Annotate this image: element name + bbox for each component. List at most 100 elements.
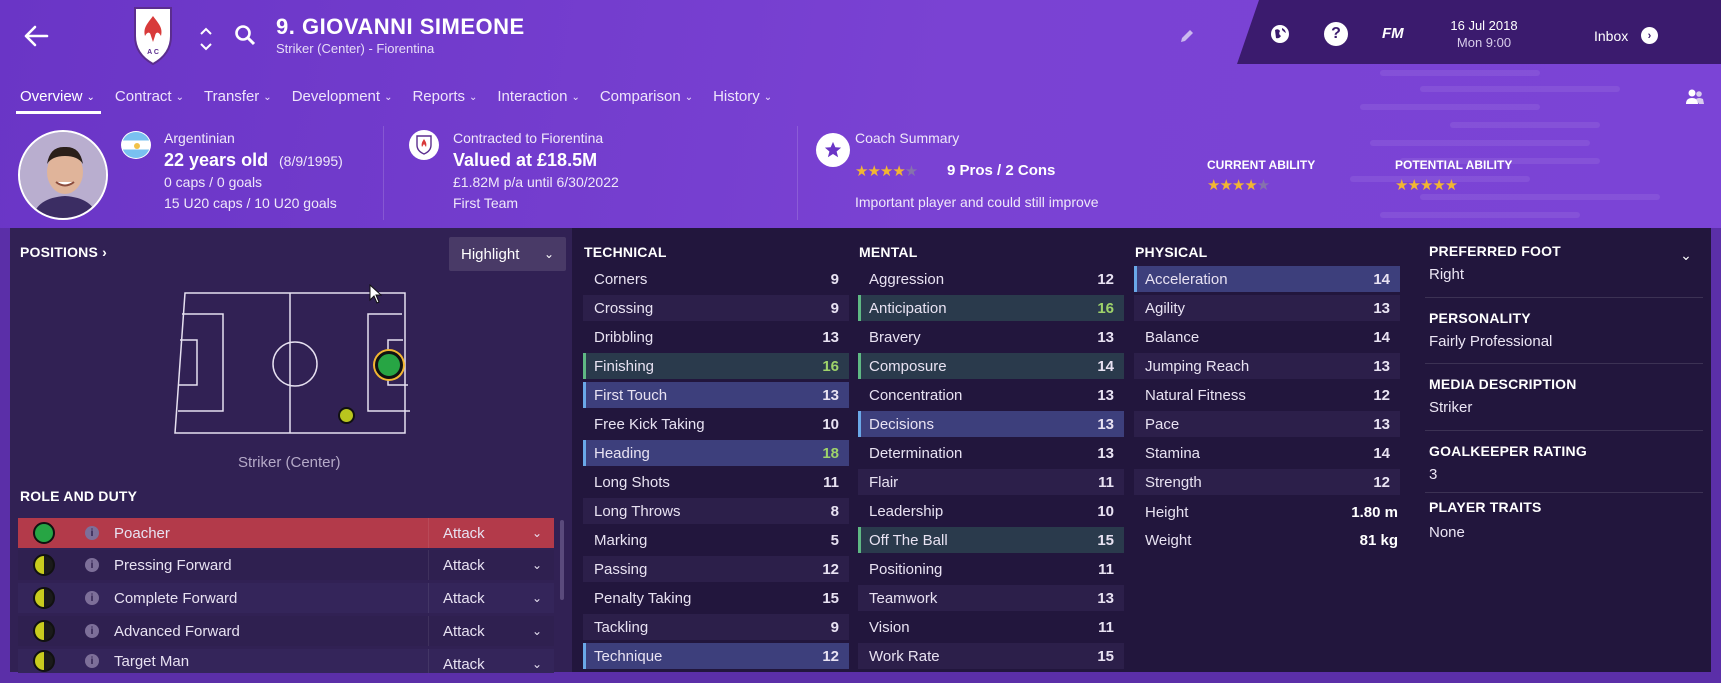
attribute-row[interactable]: Long Throws 8: [583, 498, 849, 524]
tab-comparison[interactable]: Comparison ⌄: [590, 84, 703, 114]
primary-position-marker[interactable]: [375, 351, 403, 379]
attribute-row[interactable]: Vision 11: [858, 614, 1124, 640]
attribute-row[interactable]: Dribbling 13: [583, 324, 849, 350]
fm-button[interactable]: FM: [1382, 25, 1404, 42]
attribute-row[interactable]: Technique 12: [583, 643, 849, 669]
attribute-row[interactable]: Flair 11: [858, 469, 1124, 495]
attribute-row[interactable]: Composure 14: [858, 353, 1124, 379]
tab-transfer[interactable]: Transfer ⌄: [194, 84, 282, 114]
inbox-label[interactable]: Inbox: [1594, 28, 1628, 44]
height-value: 1.80 m: [1351, 504, 1398, 521]
player-age: 22 years old: [164, 150, 269, 170]
info-icon[interactable]: i: [85, 526, 99, 540]
divider: [1425, 297, 1703, 298]
attribute-row[interactable]: Acceleration 14: [1134, 266, 1400, 292]
attribute-row[interactable]: Balance 14: [1134, 324, 1400, 350]
info-icon[interactable]: i: [85, 591, 99, 605]
tab-interaction[interactable]: Interaction ⌄: [487, 84, 589, 114]
chevron-down-icon[interactable]: ⌄: [1678, 247, 1694, 263]
attribute-row[interactable]: Long Shots 11: [583, 469, 849, 495]
attribute-value: 11: [1098, 560, 1114, 578]
duty-label: Attack: [443, 655, 485, 673]
previous-next-chevrons-icon[interactable]: [198, 22, 214, 56]
role-row[interactable]: i Advanced Forward Attack ⌄: [18, 616, 554, 646]
tab-development[interactable]: Development ⌄: [282, 84, 403, 114]
role-row[interactable]: i Pressing Forward Attack ⌄: [18, 550, 554, 580]
info-icon[interactable]: i: [85, 558, 99, 572]
attribute-value: 12: [1373, 386, 1390, 404]
info-icon[interactable]: i: [85, 654, 99, 668]
attribute-row[interactable]: Determination 13: [858, 440, 1124, 466]
info-icon[interactable]: i: [85, 624, 99, 638]
attribute-row[interactable]: Teamwork 13: [858, 585, 1124, 611]
duty-dropdown[interactable]: Attack ⌄: [428, 649, 554, 673]
role-row-selected[interactable]: i Poacher Attack ⌄: [18, 518, 554, 548]
attribute-row[interactable]: Passing 12: [583, 556, 849, 582]
attribute-row[interactable]: Work Rate 15: [858, 643, 1124, 669]
duty-dropdown[interactable]: Attack ⌄: [428, 518, 554, 548]
attribute-row[interactable]: Jumping Reach 13: [1134, 353, 1400, 379]
inbox-arrow-icon[interactable]: ›: [1641, 27, 1658, 44]
attribute-row[interactable]: Agility 13: [1134, 295, 1400, 321]
attribute-value: 13: [1097, 328, 1114, 346]
back-arrow-icon[interactable]: [20, 20, 52, 52]
tab-history[interactable]: History ⌄: [703, 84, 782, 114]
duty-dropdown[interactable]: Attack ⌄: [428, 550, 554, 580]
attribute-row[interactable]: Anticipation 16: [858, 295, 1124, 321]
roles-scrollbar[interactable]: [560, 520, 564, 600]
attribute-row[interactable]: Stamina 14: [1134, 440, 1400, 466]
attribute-name: First Touch: [594, 386, 668, 404]
world-icon[interactable]: [1268, 22, 1292, 46]
people-icon[interactable]: [1684, 86, 1706, 108]
attribute-row[interactable]: Strength 12: [1134, 469, 1400, 495]
attribute-value: 8: [830, 502, 839, 520]
tab-reports[interactable]: Reports ⌄: [402, 84, 487, 114]
wage-until: £1.82M p/a until 6/30/2022: [453, 174, 619, 190]
role-row[interactable]: i Target Man Attack ⌄: [18, 649, 554, 673]
attribute-row[interactable]: Heading 18: [583, 440, 849, 466]
attribute-row[interactable]: Free Kick Taking 10: [583, 411, 849, 437]
attribute-row[interactable]: Tackling 9: [583, 614, 849, 640]
attribute-row[interactable]: Leadership 10: [858, 498, 1124, 524]
help-icon[interactable]: ?: [1324, 22, 1348, 46]
attribute-row[interactable]: Off The Ball 15: [858, 527, 1124, 553]
attribute-row[interactable]: Finishing 16: [583, 353, 849, 379]
club-crest-icon[interactable]: A C: [128, 5, 178, 67]
attribute-value: 13: [1373, 415, 1390, 433]
attribute-name: Long Throws: [594, 502, 681, 520]
attribute-row[interactable]: Pace 13: [1134, 411, 1400, 437]
attribute-value: 12: [1097, 270, 1114, 288]
role-duty-heading: ROLE AND DUTY: [20, 488, 138, 504]
potential-ability-label: POTENTIAL ABILITY: [1395, 158, 1513, 172]
attribute-row[interactable]: Crossing 9: [583, 295, 849, 321]
tab-contract[interactable]: Contract ⌄: [105, 84, 194, 114]
attribute-name: Dribbling: [594, 328, 654, 346]
duty-dropdown[interactable]: Attack ⌄: [428, 616, 554, 646]
attribute-value: 13: [822, 386, 839, 404]
highlight-dropdown[interactable]: Highlight ⌄: [449, 237, 566, 271]
attribute-row[interactable]: Aggression 12: [858, 266, 1124, 292]
tab-overview[interactable]: Overview ⌄: [10, 84, 105, 114]
attribute-value: 15: [1097, 647, 1114, 665]
search-icon[interactable]: [232, 22, 258, 48]
positions-heading[interactable]: POSITIONS ›: [20, 244, 107, 260]
highlight-dropdown-label: Highlight: [461, 245, 520, 263]
attribute-row[interactable]: Natural Fitness 12: [1134, 382, 1400, 408]
attribute-row[interactable]: Concentration 13: [858, 382, 1124, 408]
weight-label: Weight: [1145, 532, 1192, 549]
attribute-value: 9: [830, 618, 839, 636]
physical-heading: PHYSICAL: [1135, 244, 1208, 260]
duty-dropdown[interactable]: Attack ⌄: [428, 583, 554, 613]
attribute-row[interactable]: Bravery 13: [858, 324, 1124, 350]
attribute-row[interactable]: Penalty Taking 15: [583, 585, 849, 611]
attribute-row[interactable]: Corners 9: [583, 266, 849, 292]
attribute-row[interactable]: First Touch 13: [583, 382, 849, 408]
attribute-row[interactable]: Decisions 13: [858, 411, 1124, 437]
attribute-row[interactable]: Marking 5: [583, 527, 849, 553]
attribute-name: Determination: [869, 444, 963, 462]
edit-pencil-icon[interactable]: [1177, 26, 1197, 46]
attribute-row[interactable]: Positioning 11: [858, 556, 1124, 582]
secondary-position-marker[interactable]: [338, 407, 355, 424]
role-row[interactable]: i Complete Forward Attack ⌄: [18, 583, 554, 613]
attribute-value: 16: [1097, 299, 1114, 317]
